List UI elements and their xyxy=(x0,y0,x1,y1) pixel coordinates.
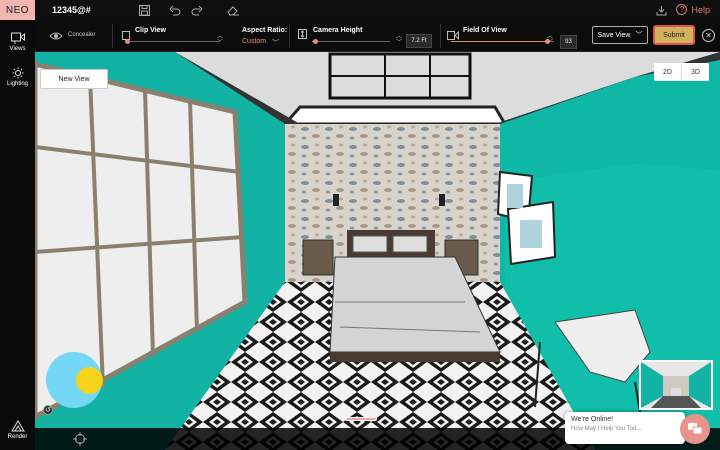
panel-drag-handle[interactable] xyxy=(345,417,377,421)
field-of-view-value[interactable]: 93 xyxy=(560,35,577,49)
camera-height-slider[interactable] xyxy=(312,39,390,44)
redo-icon[interactable] xyxy=(190,3,204,17)
camera-height-value[interactable]: 7.2 Ft xyxy=(406,34,432,48)
chat-subtitle: How May I Help You Tod... xyxy=(571,426,642,432)
divider xyxy=(289,24,290,48)
sidebar-item-lighting[interactable]: Lighting xyxy=(0,67,35,87)
sun-position-widget[interactable] xyxy=(46,352,103,408)
chat-icon xyxy=(688,423,702,435)
app-logo[interactable]: NEO xyxy=(0,0,35,20)
camera-icon xyxy=(10,32,25,44)
clip-view-stepper[interactable]: ︿ ﹀ xyxy=(216,34,224,46)
download-icon[interactable] xyxy=(654,3,668,17)
sidebar-item-label: Views xyxy=(9,46,26,52)
help-link[interactable]: ? Help xyxy=(676,4,710,15)
view-toolbar: Concealer Clip View ︿ ﹀ Aspect Ratio: Cus… xyxy=(35,20,720,52)
sidebar-item-label: Render xyxy=(7,434,28,440)
clip-view-slider-knob[interactable] xyxy=(125,39,130,44)
3d-viewport[interactable]: New View 2D 3D ↺ xyxy=(35,52,720,450)
divider xyxy=(112,24,113,48)
field-of-view-slider[interactable] xyxy=(451,39,554,44)
undo-icon[interactable] xyxy=(168,3,182,17)
aspect-ratio-label: Aspect Ratio: xyxy=(242,27,288,34)
concealer-label: Concealer xyxy=(68,32,96,38)
camera-height-label: Camera Height xyxy=(313,27,363,34)
help-icon: ? xyxy=(676,4,688,15)
chat-title: We're Online! xyxy=(571,416,614,423)
top-bar: NEO 12345@# ? Help xyxy=(0,0,720,20)
chevron-down-icon: ﹀ xyxy=(272,40,280,47)
divider xyxy=(440,24,441,48)
project-name[interactable]: 12345@# xyxy=(52,5,91,15)
field-of-view-slider-fill xyxy=(451,41,547,42)
aspect-ratio-select[interactable]: Custom ﹀ xyxy=(242,38,279,48)
concealer-icon[interactable] xyxy=(49,28,63,46)
field-of-view-icon xyxy=(447,27,459,45)
sidebar-item-views[interactable]: Views xyxy=(0,32,35,52)
render-icon xyxy=(10,420,25,432)
minimap[interactable] xyxy=(639,360,713,410)
crosshair-icon[interactable] xyxy=(73,432,87,450)
left-sidebar: Views Lighting Render xyxy=(0,20,35,450)
camera-height-icon xyxy=(298,26,307,44)
camera-height-slider-knob[interactable] xyxy=(313,39,318,44)
close-icon[interactable]: ✕ xyxy=(702,29,715,42)
room-render xyxy=(35,52,720,450)
save-icon[interactable] xyxy=(137,3,151,17)
save-view-label: Save View xyxy=(597,31,631,39)
sun-handle[interactable] xyxy=(76,367,103,394)
mode-2d-button[interactable]: 2D xyxy=(654,63,682,81)
camera-height-stepper[interactable]: ︿ ﹀ xyxy=(395,34,403,46)
new-view-tab[interactable]: New View xyxy=(40,69,108,89)
mode-3d-button[interactable]: 3D xyxy=(682,63,709,81)
submit-button[interactable]: Submit xyxy=(653,25,695,45)
view-mode-toggle[interactable]: 2D 3D xyxy=(654,63,709,81)
field-of-view-stepper[interactable]: ︿ ﹀ xyxy=(546,34,554,46)
minimap-preview xyxy=(641,362,711,408)
clip-view-slider[interactable] xyxy=(125,39,220,44)
sidebar-item-render[interactable]: Render xyxy=(0,420,35,440)
chat-popup[interactable]: We're Online! How May I Help You Tod... xyxy=(565,412,685,444)
sidebar-item-label: Lighting xyxy=(6,81,29,87)
sun-icon xyxy=(12,67,23,79)
clip-view-label: Clip View xyxy=(135,27,166,34)
save-view-button[interactable]: Save View ﹀ xyxy=(592,26,648,44)
eraser-icon[interactable] xyxy=(226,3,240,17)
chat-button[interactable] xyxy=(680,414,710,444)
chevron-down-icon: ﹀ xyxy=(635,32,643,39)
reset-icon[interactable]: ↺ xyxy=(43,405,53,415)
aspect-ratio-value: Custom xyxy=(242,38,267,45)
help-label: Help xyxy=(691,4,710,15)
field-of-view-label: Field Of View xyxy=(463,27,507,34)
